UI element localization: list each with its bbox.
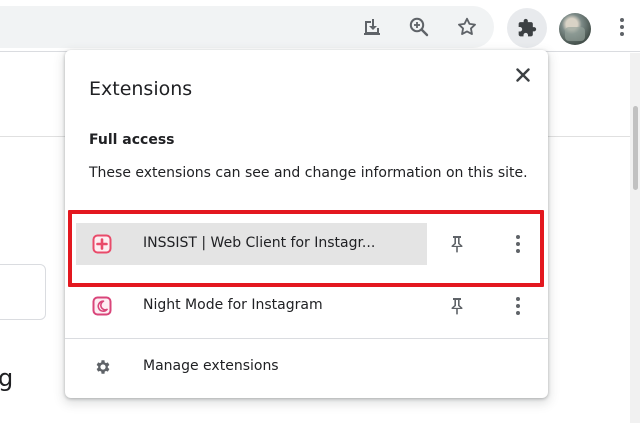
manage-extensions-row[interactable]: Manage extensions <box>65 346 548 388</box>
more-vert-icon[interactable] <box>612 14 632 40</box>
more-vert-icon[interactable] <box>506 294 530 318</box>
scrollbar-thumb[interactable] <box>633 106 638 190</box>
highlight-outline <box>68 210 544 287</box>
night-mode-extension-icon <box>92 296 112 316</box>
page-input-box[interactable] <box>0 264 46 320</box>
extension-row-night-mode[interactable]: Night Mode for Instagram <box>65 285 548 327</box>
extension-name: Night Mode for Instagram <box>143 297 323 313</box>
manage-extensions-label: Manage extensions <box>143 358 279 374</box>
avatar[interactable] <box>559 13 591 45</box>
popup-title: Extensions <box>89 78 193 100</box>
pin-icon[interactable] <box>445 294 469 318</box>
full-access-heading: Full access <box>89 132 175 148</box>
browser-toolbar <box>0 0 640 52</box>
extensions-puzzle-icon[interactable] <box>507 8 547 48</box>
zoom-icon[interactable] <box>406 14 432 40</box>
page-text-fragment: g <box>0 364 14 392</box>
bookmark-star-icon[interactable] <box>454 14 480 40</box>
install-app-icon[interactable] <box>359 14 385 40</box>
popup-divider <box>65 338 548 339</box>
gear-icon <box>93 357 113 377</box>
full-access-description: These extensions can see and change info… <box>89 165 528 181</box>
close-icon[interactable] <box>508 60 538 90</box>
